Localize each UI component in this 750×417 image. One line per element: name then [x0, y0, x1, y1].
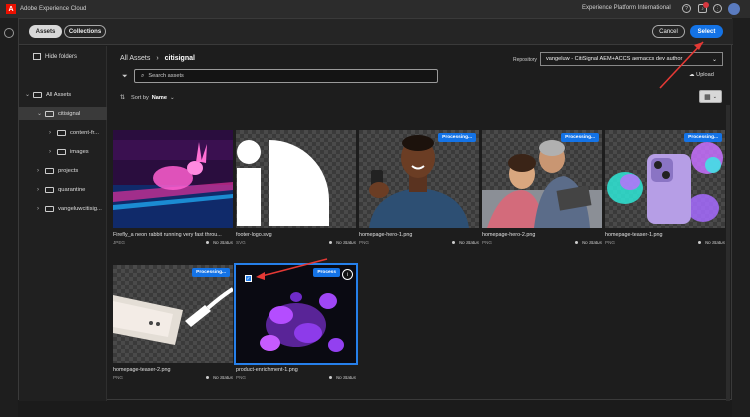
annotation-overlay — [256, 41, 704, 280]
annotation-arrowhead — [256, 272, 265, 280]
annotation-arrowhead — [694, 42, 703, 50]
annotation-arrow-checkbox — [257, 258, 328, 278]
annotation-arrow-select — [659, 41, 704, 89]
